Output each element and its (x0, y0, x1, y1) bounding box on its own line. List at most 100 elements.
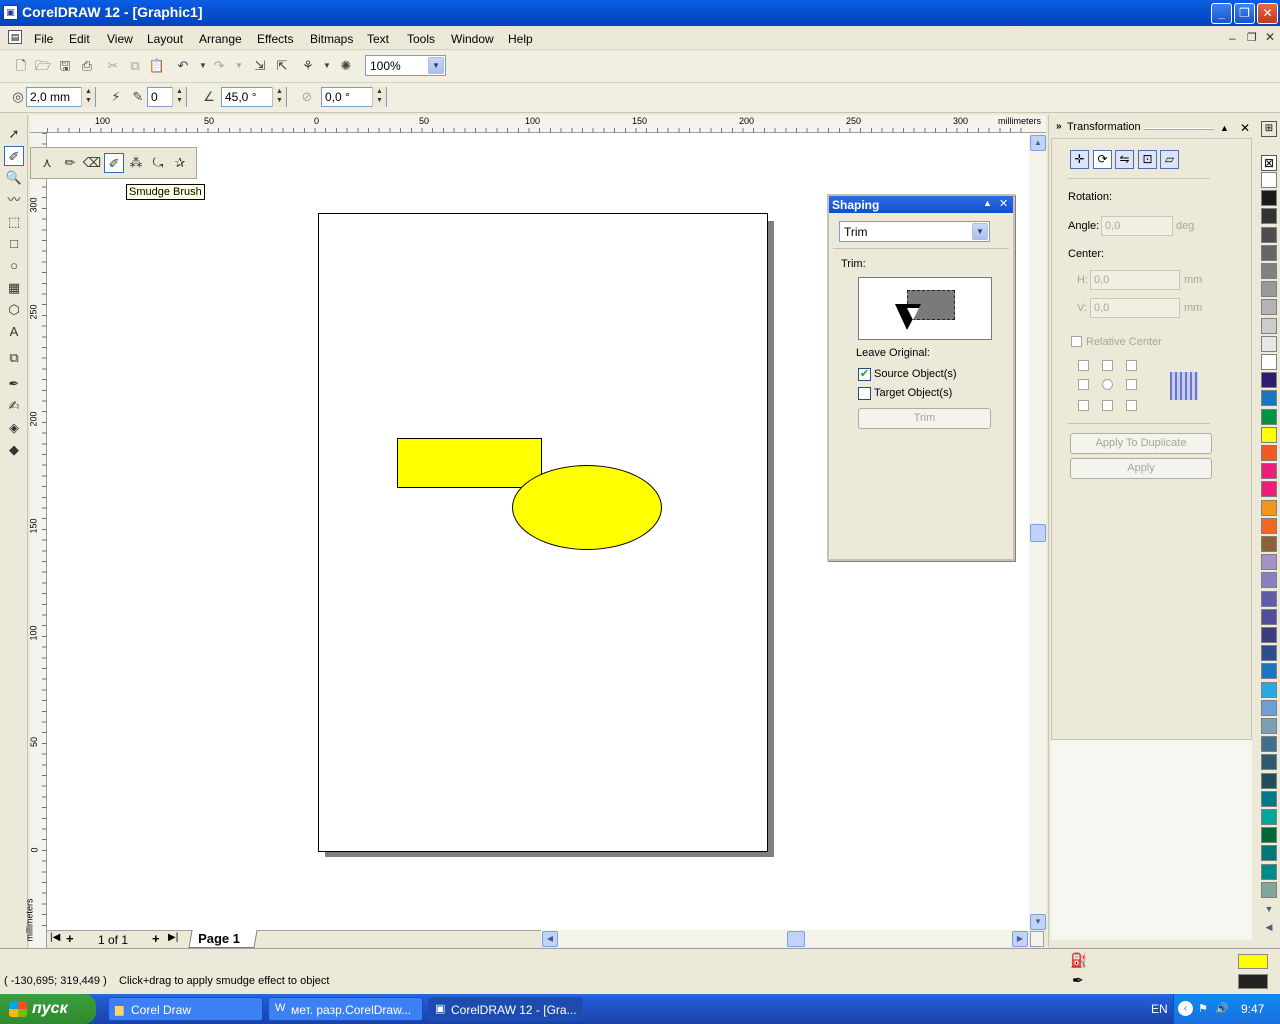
color-swatch[interactable] (1261, 881, 1277, 898)
color-swatch[interactable] (1261, 863, 1277, 880)
redo-dropdown-icon[interactable]: ▼ (230, 57, 248, 75)
eyedropper-tool-icon[interactable]: ✒ (4, 374, 24, 394)
dryout-field[interactable]: 0 ▲ ▼ (147, 87, 187, 107)
tilt-field[interactable]: 45,0 ° ▲ ▼ (221, 87, 287, 107)
menu-text[interactable]: Text (367, 32, 389, 46)
anchor-center[interactable] (1102, 379, 1113, 390)
minimize-button[interactable]: _ (1211, 3, 1232, 24)
anchor-middle-left[interactable] (1078, 379, 1089, 390)
import-icon[interactable]: ⇲ (251, 57, 269, 75)
freehand-tool-icon[interactable]: 〰 (4, 190, 24, 210)
volume-icon[interactable]: 🔊 (1215, 1002, 1229, 1015)
fill-color-swatch[interactable] (1238, 954, 1268, 969)
angle-field[interactable]: 0,0 (1101, 216, 1173, 236)
palette-expand-icon[interactable]: ◀ (1262, 922, 1276, 936)
no-fill-swatch-icon[interactable]: ⊠ (1261, 155, 1277, 171)
horizontal-scrollbar[interactable] (541, 930, 1029, 947)
color-swatch[interactable] (1261, 681, 1277, 698)
color-swatch[interactable] (1261, 445, 1277, 461)
color-swatch[interactable] (1261, 790, 1277, 807)
color-swatch[interactable] (1261, 845, 1277, 862)
menu-help[interactable]: Help (508, 32, 533, 46)
eraser-tool-icon[interactable]: ⌫ (82, 153, 102, 173)
collapse-icon[interactable]: ▲ (983, 198, 992, 208)
color-swatch[interactable] (1261, 263, 1277, 279)
color-swatch[interactable] (1261, 244, 1277, 261)
trim-button[interactable]: Trim (858, 408, 991, 429)
anchor-bottom-left[interactable] (1078, 400, 1089, 411)
tray-expand-icon[interactable]: ‹ (1178, 1001, 1193, 1016)
position-icon[interactable]: ✛ (1070, 150, 1089, 169)
anchor-top-left[interactable] (1078, 360, 1089, 371)
color-swatch[interactable] (1261, 536, 1277, 552)
virtual-segment-delete-icon[interactable]: ✰ (170, 153, 190, 173)
export-icon[interactable]: ⇱ (273, 57, 291, 75)
first-page-icon[interactable]: |◀ (50, 932, 60, 943)
add-page-before-icon[interactable]: + (66, 931, 74, 946)
rectangle-tool-icon[interactable]: □ (4, 234, 24, 254)
color-swatch[interactable] (1261, 736, 1277, 753)
menu-tools[interactable]: Tools (407, 32, 435, 46)
source-objects-checkbox[interactable]: ✔ (858, 368, 871, 381)
shape-tool-icon[interactable]: ✐ (4, 146, 24, 166)
menu-view[interactable]: View (107, 32, 133, 46)
document-icon[interactable]: ▤ (8, 30, 22, 44)
roughen-brush-icon[interactable]: ⁂ (126, 153, 146, 173)
color-swatch[interactable] (1261, 772, 1277, 789)
tilt-spinner[interactable]: ▲ ▼ (272, 87, 286, 107)
size-icon[interactable]: ⊡ (1138, 150, 1157, 169)
color-swatch[interactable] (1261, 754, 1277, 771)
color-swatch[interactable] (1261, 463, 1277, 480)
color-swatch[interactable] (1261, 299, 1277, 316)
color-swatch[interactable] (1261, 335, 1277, 352)
add-page-after-icon[interactable]: + (152, 931, 160, 946)
close-icon[interactable]: ✕ (1240, 121, 1250, 135)
launcher-dropdown-icon[interactable]: ▼ (318, 57, 336, 75)
docker-tab-icon[interactable]: » (1056, 121, 1062, 132)
scroll-up-icon[interactable]: ▲ (1030, 135, 1046, 151)
corel-online-icon[interactable]: ✺ (337, 57, 355, 75)
task-corel-draw-folder[interactable]: Corel Draw (108, 997, 263, 1021)
color-swatch[interactable] (1261, 499, 1277, 516)
menu-file[interactable]: File (34, 32, 53, 46)
skew-icon[interactable]: ▱ (1160, 150, 1179, 169)
open-icon[interactable]: 🗁 (34, 57, 52, 75)
scale-mirror-icon[interactable]: ⇋ (1115, 150, 1134, 169)
rotate-icon[interactable]: ⟳ (1093, 150, 1112, 169)
color-swatch[interactable] (1261, 281, 1277, 298)
color-swatch[interactable] (1261, 645, 1277, 662)
v-field[interactable]: 0,0 (1090, 298, 1180, 318)
grid-transform-icon[interactable] (1170, 372, 1198, 400)
chevron-down-icon[interactable]: ▼ (428, 57, 444, 74)
menu-effects[interactable]: Effects (257, 32, 293, 46)
h-field[interactable]: 0,0 (1090, 270, 1180, 290)
pick-tool-icon[interactable]: ➚ (4, 124, 24, 144)
color-swatch[interactable] (1261, 408, 1277, 425)
pressure-icon[interactable]: ⚡ (107, 88, 125, 106)
color-swatch[interactable] (1261, 517, 1277, 534)
shaping-mode-select[interactable]: Trim ▼ (839, 221, 990, 242)
color-swatch[interactable] (1261, 190, 1277, 207)
anchor-top-center[interactable] (1102, 360, 1113, 371)
paste-icon[interactable]: 📋 (148, 57, 166, 75)
cut-icon[interactable]: ✂ (104, 57, 122, 75)
anchor-middle-right[interactable] (1126, 379, 1137, 390)
scroll-down-icon[interactable]: ▼ (1030, 914, 1046, 930)
nib-size-field[interactable]: 2,0 mm ▲ ▼ (26, 87, 96, 107)
anchor-bottom-right[interactable] (1126, 400, 1137, 411)
polygon-tool-icon[interactable]: ▦ (4, 278, 24, 298)
interactive-blend-tool-icon[interactable]: ⧉ (4, 348, 24, 368)
color-swatch[interactable] (1261, 699, 1277, 716)
knife-tool-icon[interactable]: ✏ (60, 153, 80, 173)
flag-icon[interactable]: ⚑ (1198, 1002, 1208, 1015)
color-swatch[interactable] (1261, 608, 1277, 625)
palette-scroll-down-icon[interactable]: ▼ (1262, 904, 1276, 918)
application-launcher-icon[interactable]: ⚘ (299, 57, 317, 75)
doc-restore-icon[interactable]: ❐ (1247, 31, 1257, 44)
outline-tool-icon[interactable]: ✍ (4, 396, 24, 416)
outline-color-swatch[interactable] (1238, 974, 1268, 989)
color-swatch[interactable] (1261, 372, 1277, 389)
color-swatch[interactable] (1261, 663, 1277, 680)
menu-arrange[interactable]: Arrange (199, 32, 242, 46)
nib-size-spinner[interactable]: ▲ ▼ (81, 87, 95, 107)
